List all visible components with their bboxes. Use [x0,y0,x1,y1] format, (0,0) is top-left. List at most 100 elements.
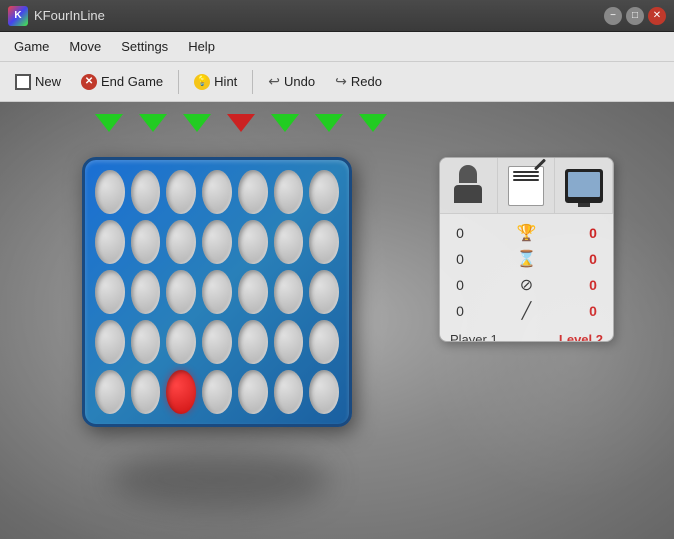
score-right-2: 0 [583,277,603,293]
cell-27[interactable] [309,320,339,364]
score-icon-2: ⊘ [512,275,542,295]
score-row-3: 0 ╱ 0 [450,298,603,324]
cell-29[interactable] [131,370,161,414]
cell-24[interactable] [202,320,232,364]
cell-6[interactable] [309,170,339,214]
cell-9[interactable] [166,220,196,264]
cell-28[interactable] [95,370,125,414]
score-left-3: 0 [450,303,470,319]
redo-button[interactable]: ↪ Redo [326,68,391,95]
title-bar: K KFourInLine − □ ✕ [0,0,674,32]
hint-icon: 💡 [194,74,210,90]
cell-22[interactable] [131,320,161,364]
toolbar: New ✕ End Game 💡 Hint ↩ Undo ↪ Redo [0,62,674,102]
monitor-icon [565,169,603,203]
cell-26[interactable] [274,320,304,364]
hint-label: Hint [214,74,237,89]
new-button[interactable]: New [6,69,70,95]
player-label: Player 1 [450,332,498,342]
arrow-0[interactable] [95,114,123,132]
menu-bar: Game Move Settings Help [0,32,674,62]
arrow-5[interactable] [315,114,343,132]
undo-label: Undo [284,74,315,89]
arrow-4[interactable] [271,114,299,132]
cell-1[interactable] [131,170,161,214]
score-right-3: 0 [583,303,603,319]
cell-25[interactable] [238,320,268,364]
cell-16[interactable] [166,270,196,314]
monitor-icon-box [555,158,613,213]
cell-5[interactable] [274,170,304,214]
cell-8[interactable] [131,220,161,264]
toolbar-separator [178,70,179,94]
level-label: Level 2 [559,332,603,342]
menu-game[interactable]: Game [4,35,59,58]
menu-help[interactable]: Help [178,35,225,58]
new-icon [15,74,31,90]
score-row-0: 0🏆0 [450,220,603,246]
menu-settings[interactable]: Settings [111,35,178,58]
score-footer: Player 1 Level 2 [440,330,613,342]
cell-10[interactable] [202,220,232,264]
cell-7[interactable] [95,220,125,264]
score-icon-3: ╱ [512,301,542,321]
cell-4[interactable] [238,170,268,214]
cell-17[interactable] [202,270,232,314]
score-left-0: 0 [450,225,470,241]
pen-icon [534,158,546,170]
cell-32[interactable] [238,370,268,414]
cell-31[interactable] [202,370,232,414]
cell-18[interactable] [238,270,268,314]
title-bar-left: K KFourInLine [8,6,105,26]
cell-13[interactable] [309,220,339,264]
arrow-2[interactable] [183,114,211,132]
main-area: 0🏆00⌛00⊘00╱0 Player 1 Level 2 [0,102,674,539]
end-game-button[interactable]: ✕ End Game [72,69,172,95]
arrow-1[interactable] [139,114,167,132]
cell-15[interactable] [131,270,161,314]
cell-21[interactable] [95,320,125,364]
close-button[interactable]: ✕ [648,7,666,25]
score-right-0: 0 [583,225,603,241]
minimize-button[interactable]: − [604,7,622,25]
new-label: New [35,74,61,89]
paper-line-3 [513,179,539,181]
player1-avatar [450,165,486,207]
score-right-1: 0 [583,251,603,267]
game-board[interactable] [82,157,352,427]
cell-19[interactable] [274,270,304,314]
arrow-3[interactable] [227,114,255,132]
paper-line-1 [513,171,539,173]
cell-12[interactable] [274,220,304,264]
redo-icon: ↪ [335,73,347,90]
hint-button[interactable]: 💡 Hint [185,69,246,95]
maximize-button[interactable]: □ [626,7,644,25]
cell-34[interactable] [309,370,339,414]
cell-20[interactable] [309,270,339,314]
player2-icon-box [498,158,556,213]
cell-30[interactable] [166,370,196,414]
cell-14[interactable] [95,270,125,314]
score-panel: 0🏆00⌛00⊘00╱0 Player 1 Level 2 [439,157,614,342]
avatar-body [454,185,482,203]
cell-33[interactable] [274,370,304,414]
score-row-2: 0 ⊘ 0 [450,272,603,298]
cell-3[interactable] [202,170,232,214]
monitor-screen [568,172,600,197]
cell-11[interactable] [238,220,268,264]
menu-move[interactable]: Move [59,35,111,58]
undo-icon: ↩ [268,73,280,90]
score-row-1: 0⌛0 [450,246,603,272]
cell-2[interactable] [166,170,196,214]
window-controls: − □ ✕ [604,7,666,25]
arrow-6[interactable] [359,114,387,132]
paper-icon [508,166,544,206]
monitor-stand [578,203,590,207]
redo-label: Redo [351,74,382,89]
cell-23[interactable] [166,320,196,364]
undo-button[interactable]: ↩ Undo [259,68,324,95]
app-icon: K [8,6,28,26]
score-left-1: 0 [450,251,470,267]
score-left-2: 0 [450,277,470,293]
cell-0[interactable] [95,170,125,214]
